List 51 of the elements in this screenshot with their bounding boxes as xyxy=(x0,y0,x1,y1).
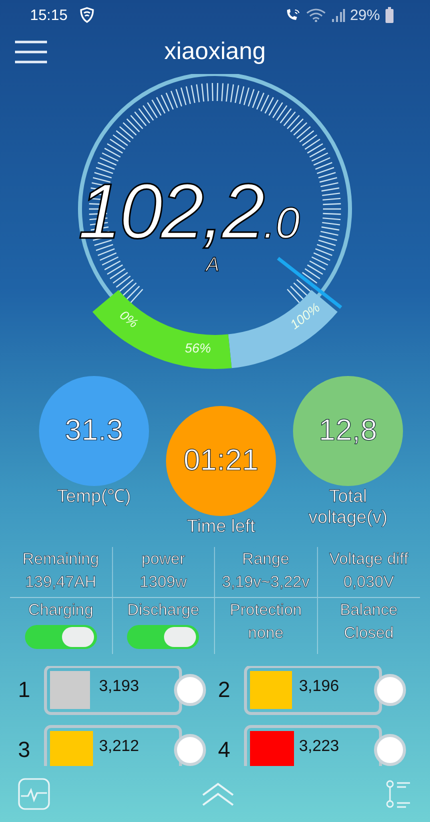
stat-value: none xyxy=(248,625,284,643)
stat-label: power xyxy=(141,551,186,569)
stat-value: 139,47AH xyxy=(25,574,96,592)
cell-number: 4 xyxy=(218,737,232,763)
wifi-icon xyxy=(306,8,326,22)
charge-bar-label: 0% xyxy=(116,308,141,331)
current-value: 102,2 xyxy=(78,166,264,257)
status-time: 15:15 xyxy=(30,6,68,24)
metric-value: 12,8 xyxy=(318,414,378,448)
metric-value: 31.3 xyxy=(64,414,124,448)
stat-label: Range xyxy=(242,551,290,569)
current-unit: A xyxy=(206,254,220,277)
stat-label: Discharge xyxy=(127,602,200,620)
toggle-switch[interactable] xyxy=(127,625,200,649)
cell-radio[interactable] xyxy=(174,674,206,706)
current-decimal: .0 xyxy=(263,199,300,249)
stat-label: Remaining xyxy=(22,551,99,569)
app-title: xiaoxiang xyxy=(164,38,266,66)
cell-radio[interactable] xyxy=(374,674,406,706)
stat-label: Protection xyxy=(230,602,302,620)
stat-label: Balance xyxy=(340,602,398,620)
cell-voltage: 3,212 xyxy=(99,738,140,756)
cell-voltage: 3,223 xyxy=(299,738,340,756)
cell-number: 2 xyxy=(218,677,232,703)
metric-label: Temp(℃) xyxy=(56,486,131,507)
stat-value: 0,030V xyxy=(343,574,394,592)
cell-radio[interactable] xyxy=(174,734,206,766)
timeline-list-icon[interactable] xyxy=(386,779,412,809)
stat-label: Charging xyxy=(28,602,94,620)
battery-icon xyxy=(385,7,394,23)
cell-number: 3 xyxy=(18,737,32,763)
cell-voltage: 3,196 xyxy=(299,678,340,696)
cell-number: 1 xyxy=(18,677,32,703)
signal-icon xyxy=(330,8,345,22)
pulse-icon[interactable] xyxy=(18,778,50,810)
battery-percent: 29% xyxy=(350,6,380,24)
cell-radio[interactable] xyxy=(374,734,406,766)
stat-label: Voltage diff xyxy=(329,551,408,569)
metric-value: 01:21 xyxy=(183,444,259,478)
cell-voltage: 3,193 xyxy=(99,678,140,696)
stat-value: 3,19v~3,22v xyxy=(222,574,310,592)
charge-bar-label: 56% xyxy=(184,340,211,356)
metric-label: Time left xyxy=(186,516,256,537)
chevron-up-icon[interactable] xyxy=(201,781,235,807)
stat-value: Closed xyxy=(344,625,394,643)
call-icon xyxy=(284,8,301,22)
shield-icon xyxy=(78,7,95,23)
menu-icon[interactable] xyxy=(15,40,47,64)
metric-label: Total voltage(v) xyxy=(307,486,389,528)
toggle-switch[interactable] xyxy=(24,625,97,649)
stat-value: 1309w xyxy=(140,574,187,592)
